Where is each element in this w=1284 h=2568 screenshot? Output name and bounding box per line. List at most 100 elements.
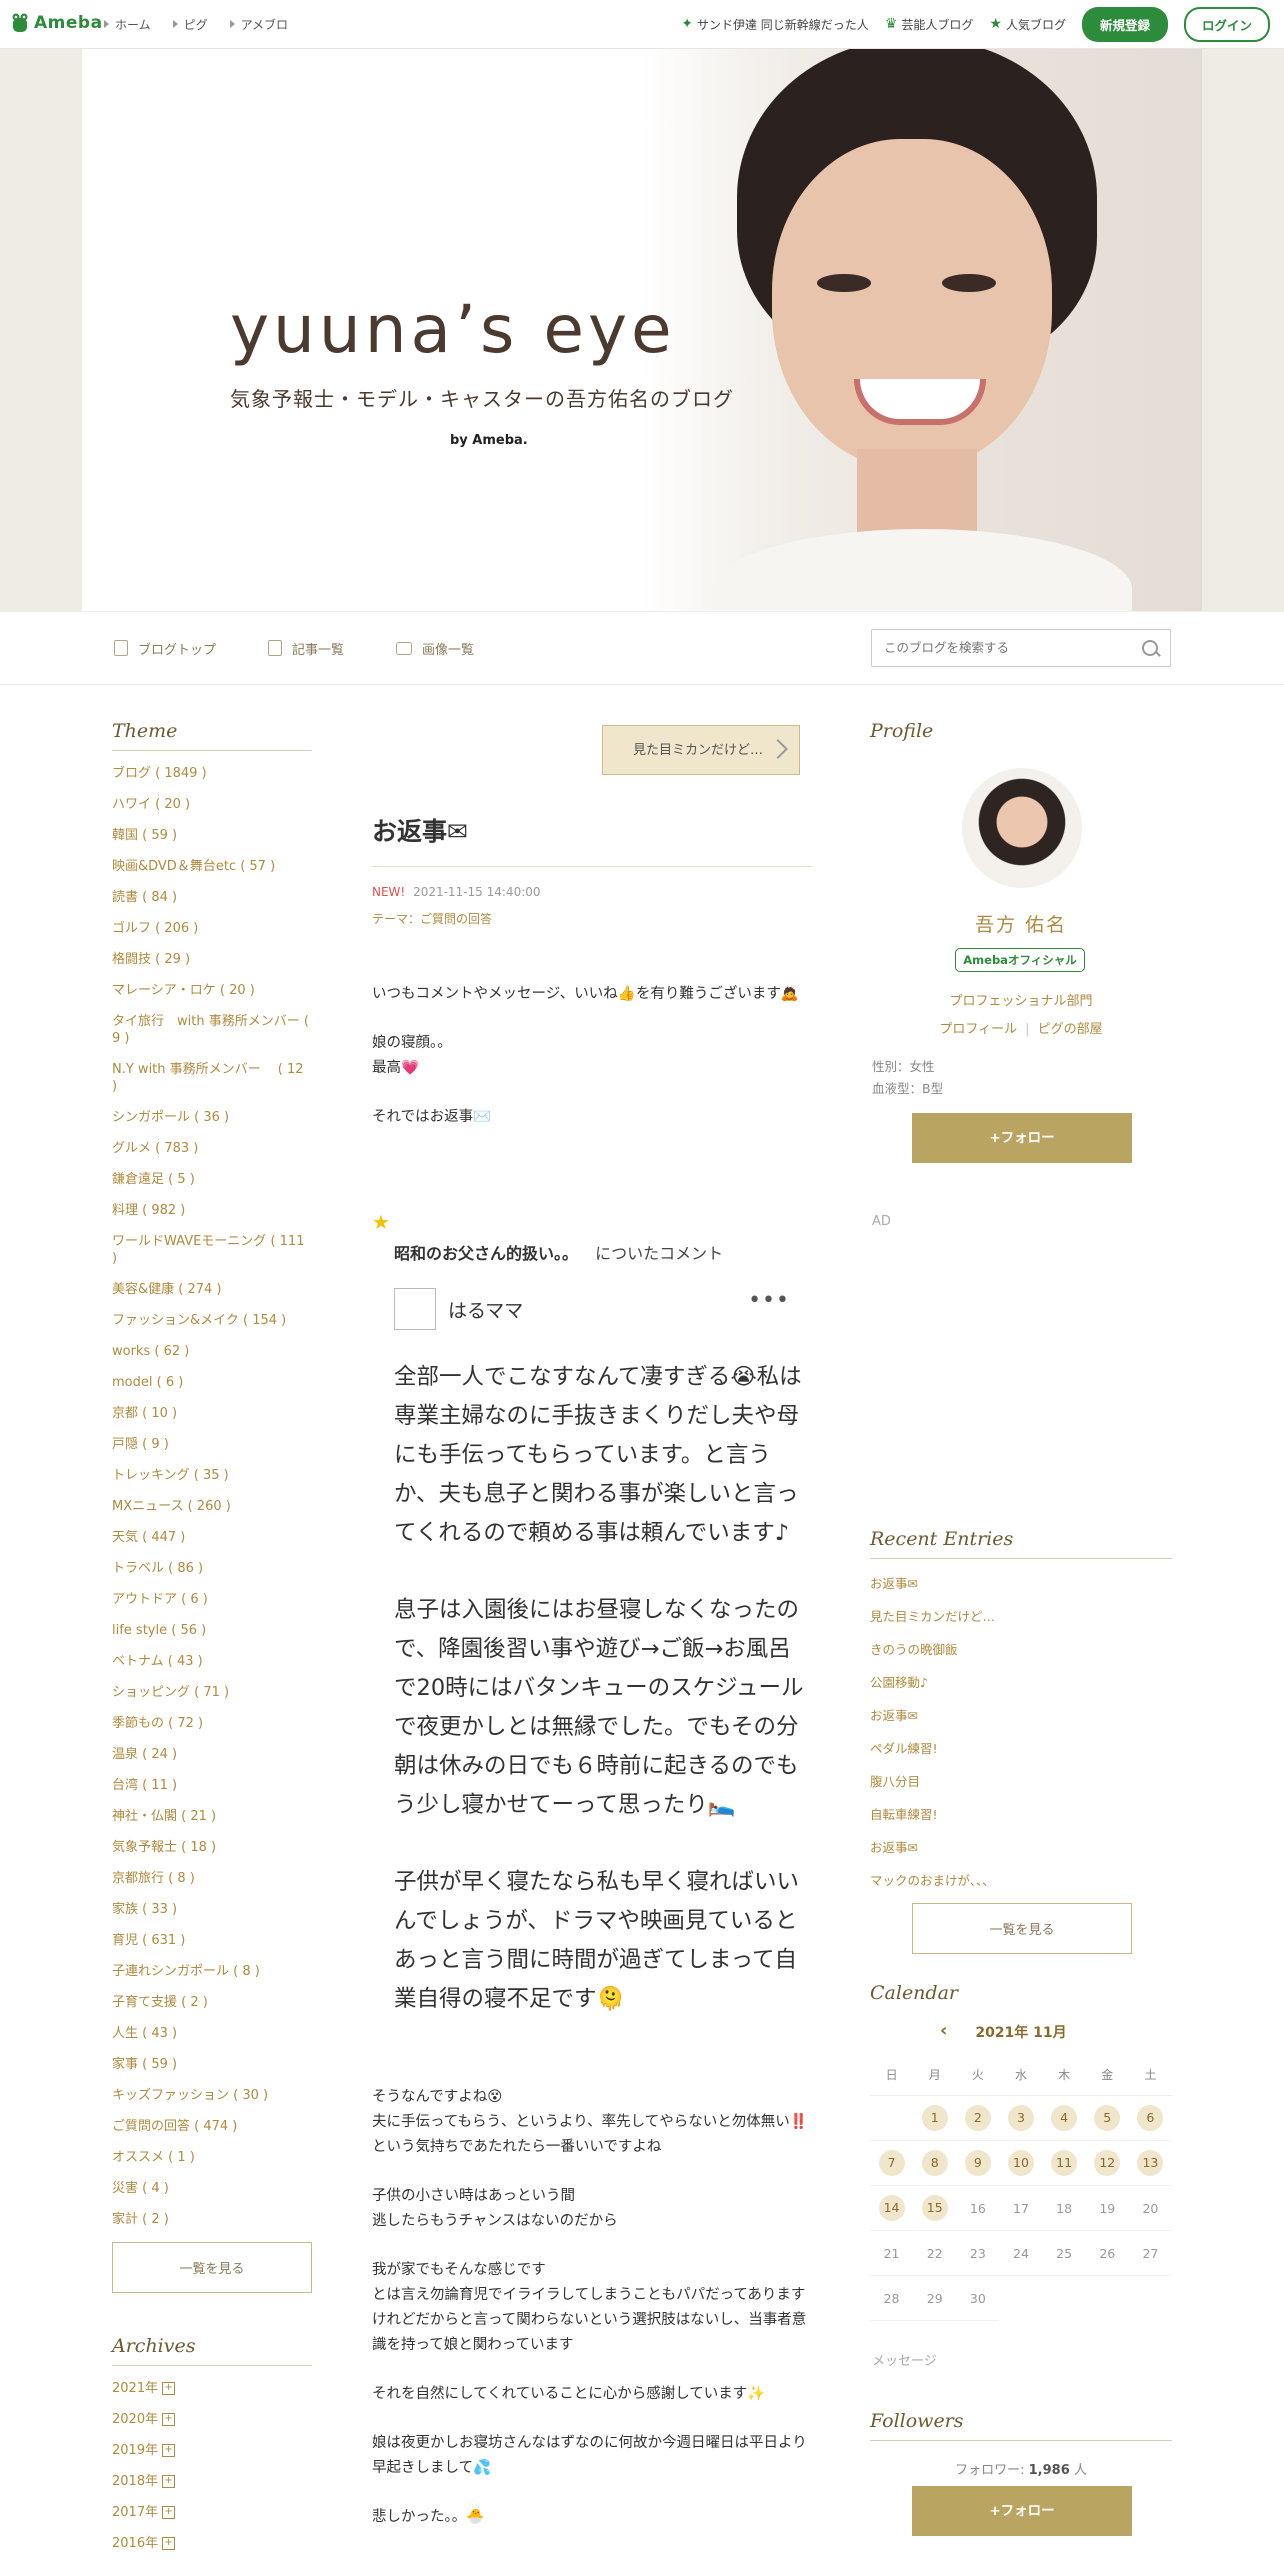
- recent-entry-item[interactable]: お返事✉: [870, 1573, 1172, 1592]
- theme-item[interactable]: 温泉 ( 24 ): [112, 1746, 312, 1763]
- archive-item[interactable]: 2019年 +: [112, 2442, 312, 2459]
- calendar-day[interactable]: 1: [913, 2096, 957, 2141]
- theme-item[interactable]: 人生 ( 43 ): [112, 2025, 312, 2042]
- theme-item[interactable]: 美容&健康 ( 274 ): [112, 1281, 312, 1298]
- profile-avatar[interactable]: [962, 768, 1082, 888]
- theme-item[interactable]: グルメ ( 783 ): [112, 1140, 312, 1157]
- recent-entry-item[interactable]: 自転車練習!: [870, 1804, 1172, 1823]
- nav-ameblo[interactable]: アメブロ: [229, 16, 288, 33]
- nav-pigg[interactable]: ピグ: [172, 16, 208, 33]
- theme-item[interactable]: 台湾 ( 11 ): [112, 1777, 312, 1794]
- comment-source-entry[interactable]: 昭和のお父さん的扱い。。: [394, 1244, 578, 1263]
- popular-blog-link[interactable]: ★ 人気ブログ: [989, 16, 1066, 33]
- archive-item[interactable]: 2020年 +: [112, 2411, 312, 2428]
- recent-entry-item[interactable]: 腹八分目: [870, 1771, 1172, 1790]
- theme-item[interactable]: キッズファッション ( 30 ): [112, 2087, 312, 2104]
- calendar-day[interactable]: 12: [1085, 2141, 1129, 2186]
- theme-item[interactable]: 映画&DVD＆舞台etc ( 57 ): [112, 858, 312, 875]
- theme-item[interactable]: 子連れシンガポール ( 8 ): [112, 1963, 312, 1980]
- archive-item[interactable]: 2021年 +: [112, 2380, 312, 2397]
- theme-item[interactable]: ベトナム ( 43 ): [112, 1653, 312, 1670]
- theme-item[interactable]: 読書 ( 84 ): [112, 889, 312, 906]
- recent-more-button[interactable]: 一覧を見る: [912, 1903, 1132, 1954]
- theme-item[interactable]: ファッション&メイク ( 154 ): [112, 1312, 312, 1329]
- more-options-icon[interactable]: •••: [748, 1288, 790, 1313]
- theme-item[interactable]: 料理 ( 982 ): [112, 1202, 312, 1219]
- theme-item[interactable]: タイ旅行 with 事務所メンバー ( 9 ): [112, 1013, 312, 1047]
- blog-header-banner[interactable]: yuuna’s eye 気象予報士・モデル・キャスターの吾方佑名のブログ by …: [82, 49, 1202, 611]
- theme-item[interactable]: 季節もの ( 72 ): [112, 1715, 312, 1732]
- archive-item[interactable]: 2017年 +: [112, 2504, 312, 2521]
- calendar-day[interactable]: 11: [1042, 2141, 1086, 2186]
- theme-item[interactable]: 子育て支援 ( 2 ): [112, 1994, 312, 2011]
- expand-icon[interactable]: +: [162, 2444, 176, 2457]
- theme-item[interactable]: シンガポール ( 36 ): [112, 1109, 312, 1126]
- recent-entry-item[interactable]: ペダル練習!: [870, 1738, 1172, 1757]
- profile-link[interactable]: プロフィール: [939, 1022, 1017, 1037]
- blog-search-input[interactable]: [882, 639, 1126, 656]
- recent-entry-item[interactable]: お返事✉: [870, 1705, 1172, 1724]
- chevron-left-icon[interactable]: ‹: [940, 2020, 947, 2041]
- profile-category-link[interactable]: プロフェッショナル部門: [870, 990, 1172, 1009]
- expand-icon[interactable]: +: [162, 2382, 176, 2395]
- recent-entry-item[interactable]: 公園移動♪: [870, 1672, 1172, 1691]
- profile-name[interactable]: 吾方 佑名: [870, 910, 1172, 937]
- theme-item[interactable]: 京都旅行 ( 8 ): [112, 1870, 312, 1887]
- login-button[interactable]: ログイン: [1183, 6, 1270, 42]
- tab-entry-list[interactable]: 記事一覧: [268, 639, 344, 658]
- archive-item[interactable]: 2018年 +: [112, 2473, 312, 2490]
- calendar-day[interactable]: 13: [1128, 2141, 1172, 2186]
- theme-item[interactable]: N.Y with 事務所メンバー ( 12 ): [112, 1061, 312, 1095]
- calendar-day[interactable]: 2: [956, 2096, 1000, 2141]
- theme-item[interactable]: ワールドWAVEモーニング ( 111 ): [112, 1233, 312, 1267]
- theme-item[interactable]: 家事 ( 59 ): [112, 2056, 312, 2073]
- calendar-day[interactable]: 8: [913, 2141, 957, 2186]
- theme-item[interactable]: 家族 ( 33 ): [112, 1901, 312, 1918]
- recent-entry-item[interactable]: 見た目ミカンだけど…: [870, 1606, 1172, 1625]
- expand-icon[interactable]: +: [162, 2506, 176, 2519]
- theme-item[interactable]: ブログ ( 1849 ): [112, 765, 312, 782]
- theme-item[interactable]: 家計 ( 2 ): [112, 2211, 312, 2228]
- calendar-day[interactable]: 7: [870, 2141, 914, 2186]
- theme-item[interactable]: 韓国 ( 59 ): [112, 827, 312, 844]
- ameba-logo[interactable]: Ameba: [10, 12, 103, 34]
- theme-item[interactable]: 格闘技 ( 29 ): [112, 951, 312, 968]
- theme-item[interactable]: マレーシア・ロケ ( 20 ): [112, 982, 312, 999]
- commenter-avatar[interactable]: [394, 1288, 436, 1330]
- theme-item[interactable]: model ( 6 ): [112, 1374, 312, 1391]
- theme-item[interactable]: オススメ ( 1 ): [112, 2149, 312, 2166]
- theme-item[interactable]: トラベル ( 86 ): [112, 1560, 312, 1577]
- theme-item[interactable]: ゴルフ ( 206 ): [112, 920, 312, 937]
- theme-item[interactable]: 育児 ( 631 ): [112, 1932, 312, 1949]
- follow-button-bottom[interactable]: +フォロー: [912, 2486, 1132, 2536]
- theme-item[interactable]: トレッキング ( 35 ): [112, 1467, 312, 1484]
- calendar-day[interactable]: 5: [1085, 2096, 1129, 2141]
- calendar-day[interactable]: 14: [870, 2186, 914, 2231]
- follow-button[interactable]: +フォロー: [912, 1113, 1132, 1163]
- calendar-day[interactable]: 4: [1042, 2096, 1086, 2141]
- theme-item[interactable]: 災害 ( 4 ): [112, 2180, 312, 2197]
- nav-home[interactable]: ホーム: [104, 16, 151, 33]
- message-link[interactable]: メッセージ: [872, 2350, 937, 2369]
- recent-entry-item[interactable]: きのうの晩御飯: [870, 1639, 1172, 1658]
- expand-icon[interactable]: +: [162, 2537, 176, 2550]
- theme-item[interactable]: 神社・仏閣 ( 21 ): [112, 1808, 312, 1825]
- theme-item[interactable]: life style ( 56 ): [112, 1622, 312, 1639]
- pigg-room-link[interactable]: ピグの部屋: [1038, 1022, 1103, 1037]
- next-entry-button[interactable]: 見た目ミカンだけど…: [602, 725, 800, 775]
- recent-entry-item[interactable]: マックのおまけが、、、: [870, 1870, 1172, 1889]
- calendar-day[interactable]: 10: [999, 2141, 1043, 2186]
- theme-item[interactable]: アウトドア ( 6 ): [112, 1591, 312, 1608]
- celebrity-blog-link[interactable]: ♛ 芸能人ブログ: [885, 16, 974, 33]
- tab-blog-top[interactable]: ブログトップ: [114, 639, 216, 658]
- theme-item[interactable]: 天気 ( 447 ): [112, 1529, 312, 1546]
- theme-item[interactable]: MXニュース ( 260 ): [112, 1498, 312, 1515]
- recent-entry-item[interactable]: お返事✉: [870, 1837, 1172, 1856]
- theme-item[interactable]: ショッピング ( 71 ): [112, 1684, 312, 1701]
- search-icon[interactable]: [1142, 640, 1158, 656]
- calendar-day[interactable]: 9: [956, 2141, 1000, 2186]
- tab-image-list[interactable]: 画像一覧: [396, 639, 474, 658]
- commenter-name[interactable]: はるママ: [448, 1296, 523, 1323]
- theme-link[interactable]: ご質問の回答: [420, 912, 492, 926]
- calendar-day[interactable]: 15: [913, 2186, 957, 2231]
